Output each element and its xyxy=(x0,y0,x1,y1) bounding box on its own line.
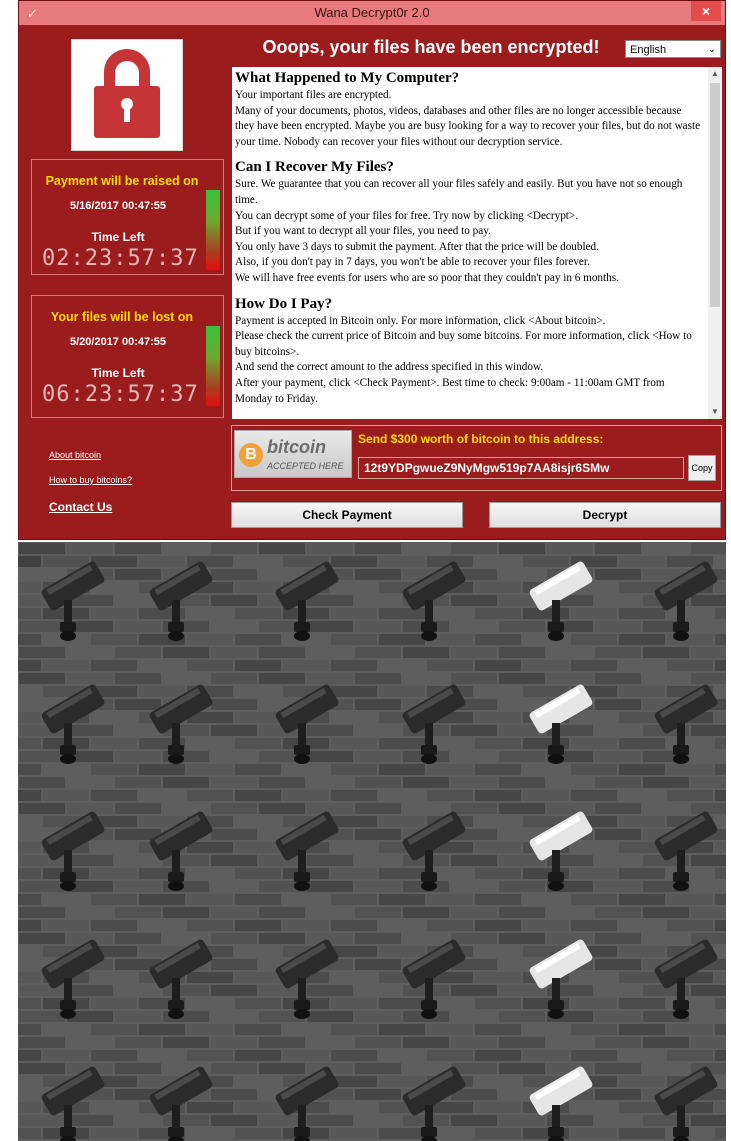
timer-label: Time Left xyxy=(91,230,145,244)
instructions-section: What Happened to My Computer? Your import… xyxy=(235,69,703,150)
section-heading: How Do I Pay? xyxy=(235,295,333,312)
scrollbar[interactable]: ▲ ▼ xyxy=(708,67,722,419)
scroll-thumb[interactable] xyxy=(710,83,720,307)
section-paragraph: But if you want to decrypt all your file… xyxy=(235,225,491,238)
timer-progress-bar xyxy=(206,326,220,406)
section-paragraph: Payment is accepted in Bitcoin only. For… xyxy=(235,314,606,327)
timer-label: Time Left xyxy=(91,366,145,380)
window-title: Wana Decrypt0r 2.0 xyxy=(314,5,430,20)
section-paragraph: After your payment, click <Check Payment… xyxy=(235,376,665,405)
close-button[interactable]: × xyxy=(691,1,721,21)
section-paragraph: Many of your documents, photos, videos, … xyxy=(235,104,701,148)
bitcoin-logo-word: bitcoin xyxy=(267,437,326,457)
copy-button[interactable]: Copy xyxy=(688,455,716,481)
title-bar[interactable]: ✓ Wana Decrypt0r 2.0 × xyxy=(19,1,725,25)
section-paragraph: You can decrypt some of your files for f… xyxy=(235,209,578,222)
instructions-section: Can I Recover My Files? Sure. We guarante… xyxy=(235,158,703,286)
timer-date: 5/20/2017 00:47:55 xyxy=(69,336,167,348)
language-value: English xyxy=(630,44,667,56)
bitcoin-payment-area: B bitcoin ACCEPTED HERE Send $300 worth … xyxy=(231,425,722,491)
timer-heading: Your files will be lost on xyxy=(50,310,194,324)
contact-us-link[interactable]: Contact Us xyxy=(49,500,112,514)
send-instruction: Send $300 worth of bitcoin to this addre… xyxy=(358,432,604,446)
section-paragraph: And send the correct amount to the addre… xyxy=(235,361,544,374)
instructions-text: What Happened to My Computer? Your import… xyxy=(235,69,703,415)
timer-countdown: 02:23:57:37 xyxy=(42,246,199,271)
timer-heading: Payment will be raised on xyxy=(45,174,199,188)
scroll-up-icon[interactable]: ▲ xyxy=(708,67,722,81)
about-bitcoin-link[interactable]: About bitcoin xyxy=(49,450,101,460)
section-heading: What Happened to My Computer? xyxy=(235,70,460,86)
ransomware-window: ✓ Wana Decrypt0r 2.0 × Ooops, your files… xyxy=(18,0,726,540)
surveillance-cameras-photo xyxy=(18,542,726,1141)
section-heading: Can I Recover My Files? xyxy=(235,159,394,176)
decrypt-button[interactable]: Decrypt xyxy=(489,502,721,528)
instructions-panel[interactable]: What Happened to My Computer? Your import… xyxy=(232,67,722,419)
bitcoin-logo-sub: ACCEPTED HERE xyxy=(267,461,344,471)
timer-countdown: 06:23:57:37 xyxy=(42,382,199,407)
section-paragraph: Sure. We guarantee that you can recover … xyxy=(235,178,683,206)
check-payment-button[interactable]: Check Payment xyxy=(231,502,463,528)
instructions-section: How Do I Pay? Payment is accepted in Bitc… xyxy=(235,295,703,408)
bitcoin-coin-icon: B xyxy=(239,443,263,467)
headline: Ooops, your files have been encrypted! xyxy=(262,37,600,57)
timer-date: 5/16/2017 00:47:55 xyxy=(69,200,167,212)
section-paragraph: You only have 3 days to submit the payme… xyxy=(235,240,599,253)
bitcoin-logo: B bitcoin ACCEPTED HERE xyxy=(234,430,352,478)
timer-progress-bar xyxy=(206,190,220,270)
payment-raise-timer: Payment will be raised on 5/16/2017 00:4… xyxy=(31,159,224,275)
how-to-buy-link[interactable]: How to buy bitcoins? xyxy=(49,475,132,485)
section-paragraph: Please check the current price of Bitcoi… xyxy=(235,330,692,358)
section-paragraph: Your important files are encrypted. xyxy=(235,89,392,101)
lock-icon xyxy=(71,39,183,151)
scroll-down-icon[interactable]: ▼ xyxy=(708,405,722,419)
files-lost-timer: Your files will be lost on 5/20/2017 00:… xyxy=(31,295,224,418)
section-paragraph: We will have free events for users who a… xyxy=(235,271,619,284)
chevron-down-icon: ⌄ xyxy=(707,44,716,55)
section-paragraph: Also, if you don't pay in 7 days, you wo… xyxy=(235,256,590,269)
bitcoin-address-field[interactable]: 12t9YDPgwueZ9NyMgw519p7AA8isjr6SMw xyxy=(358,457,684,479)
language-select[interactable]: English ⌄ xyxy=(625,40,721,58)
